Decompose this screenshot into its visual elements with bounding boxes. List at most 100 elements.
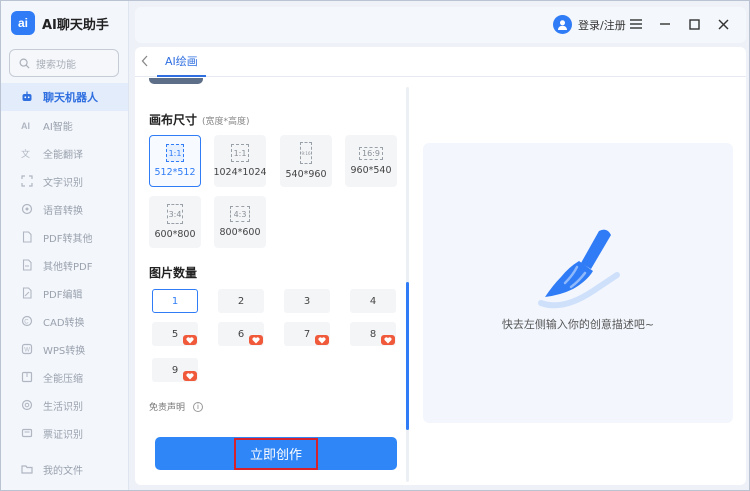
info-icon[interactable]: i xyxy=(193,401,204,412)
sidebar-item-chatbot[interactable]: 聊天机器人 xyxy=(1,83,128,111)
sidebar-item-label: 我的文件 xyxy=(43,465,83,477)
sidebar-item-label: WPS转换 xyxy=(43,345,86,357)
cad-icon: C xyxy=(21,315,33,327)
text-scan-icon xyxy=(21,175,33,187)
sidebar-item-label: 文字识别 xyxy=(43,177,83,189)
ratio-frame: 9:16 xyxy=(300,142,312,164)
paint-brush-icon xyxy=(538,229,620,309)
vip-heart-icon xyxy=(315,335,329,345)
ratio-frame: 3:4 xyxy=(167,204,183,224)
count-option-6[interactable]: 6 xyxy=(218,322,264,346)
sidebar-item-label: 语音转换 xyxy=(43,205,83,217)
ratio-option-600x800[interactable]: 3:4 600*800 xyxy=(149,196,201,248)
app-title: AI聊天助手 xyxy=(42,17,109,33)
sidebar-item-pdf-to-other[interactable]: PDF转其他 xyxy=(1,223,128,251)
ai-icon: AI xyxy=(21,119,33,131)
ratio-option-1024[interactable]: 1:1 1024*1024 xyxy=(213,135,267,187)
ratio-size: 1024*1024 xyxy=(213,167,267,178)
preview-area: 快去左侧输入你的创意描述吧~ xyxy=(423,143,733,423)
vip-heart-icon xyxy=(381,335,395,345)
image-count-title: 图片数量 xyxy=(149,266,198,280)
sidebar-item-translate[interactable]: 文 全能翻译 xyxy=(1,139,128,167)
maximize-icon[interactable] xyxy=(687,17,701,31)
sidebar-item-life-scan[interactable]: 生活识别 xyxy=(1,391,128,419)
scrollbar-thumb[interactable] xyxy=(406,282,409,430)
sidebar-item-compress[interactable]: 全能压缩 xyxy=(1,363,128,391)
pdf-edit-icon xyxy=(21,287,33,299)
ratio-option-800x600[interactable]: 4:3 800*600 xyxy=(214,196,266,248)
sidebar-item-cad[interactable]: C CAD转换 xyxy=(1,307,128,335)
sidebar-item-label: 生活识别 xyxy=(43,401,83,413)
sidebar-item-pdf-edit[interactable]: PDF编辑 xyxy=(1,279,128,307)
settings-panel: 画布尺寸 (宽度*高度) 1:1 512*512 1:1 1024*1024 9:… xyxy=(135,78,411,485)
sidebar-item-ocr[interactable]: 文字识别 xyxy=(1,167,128,195)
vip-heart-icon xyxy=(249,335,263,345)
folder-icon xyxy=(21,463,33,475)
ratio-option-512[interactable]: 1:1 512*512 xyxy=(149,135,201,187)
file-convert-icon xyxy=(21,259,33,271)
login-button[interactable]: 登录/注册 xyxy=(553,15,626,34)
app-logo-icon: ai xyxy=(11,11,35,35)
ratio-frame: 4:3 xyxy=(230,206,250,222)
vip-heart-icon xyxy=(183,371,197,381)
sidebar-item-voice[interactable]: 语音转换 xyxy=(1,195,128,223)
create-button-label: 立即创作 xyxy=(234,437,318,470)
svg-text:文: 文 xyxy=(21,148,30,159)
sidebar-item-label: CAD转换 xyxy=(43,317,85,329)
search-input[interactable]: 搜索功能 xyxy=(9,49,119,77)
ratio-option-540x960[interactable]: 9:16 540*960 xyxy=(280,135,332,187)
sidebar-item-other-to-pdf[interactable]: 其他转PDF xyxy=(1,251,128,279)
sidebar-item-label: 全能翻译 xyxy=(43,149,83,161)
count-option-1[interactable]: 1 xyxy=(152,289,198,313)
close-icon[interactable] xyxy=(716,17,730,31)
tab-ai-painting[interactable]: AI绘画 xyxy=(157,47,206,77)
count-value: 5 xyxy=(171,328,179,340)
sidebar-item-my-files[interactable]: 我的文件 xyxy=(1,455,128,483)
count-option-8[interactable]: 8 xyxy=(350,322,396,346)
count-option-4[interactable]: 4 xyxy=(350,289,396,313)
ratio-option-960x540[interactable]: 16:9 960*540 xyxy=(345,135,397,187)
count-option-2[interactable]: 2 xyxy=(218,289,264,313)
count-option-5[interactable]: 5 xyxy=(152,322,198,346)
translate-icon: 文 xyxy=(21,147,33,159)
count-option-3[interactable]: 3 xyxy=(284,289,330,313)
avatar-icon xyxy=(553,15,572,34)
sidebar-item-label: 全能压缩 xyxy=(43,373,83,385)
brand: ai AI聊天助手 xyxy=(11,10,109,36)
model-badge xyxy=(149,78,203,84)
life-scan-icon xyxy=(21,399,33,411)
ratio-frame: 1:1 xyxy=(231,144,249,162)
count-value: 8 xyxy=(369,328,377,340)
count-value: 9 xyxy=(171,364,179,376)
ratio-size: 960*540 xyxy=(350,164,392,176)
sidebar-item-label: 其他转PDF xyxy=(43,261,93,273)
sidebar-item-label: AI智能 xyxy=(43,121,73,133)
vip-heart-icon xyxy=(183,335,197,345)
svg-text:C: C xyxy=(24,320,29,326)
count-option-7[interactable]: 7 xyxy=(284,322,330,346)
back-chevron-icon[interactable] xyxy=(141,55,149,70)
count-option-9[interactable]: 9 xyxy=(152,358,198,382)
sidebar: ai AI聊天助手 搜索功能 聊天机器人 AI AI智能 文 全能翻译 文字识别 xyxy=(1,1,129,490)
app-window: ai AI聊天助手 搜索功能 聊天机器人 AI AI智能 文 全能翻译 文字识别 xyxy=(0,0,750,491)
voice-icon xyxy=(21,203,33,215)
ratio-size: 540*960 xyxy=(285,169,327,180)
window-controls xyxy=(629,17,730,31)
minimize-icon[interactable] xyxy=(658,17,672,31)
menu-icon[interactable] xyxy=(629,17,643,31)
wps-icon: W xyxy=(21,343,33,355)
sidebar-item-wps[interactable]: W WPS转换 xyxy=(1,335,128,363)
create-button[interactable]: 立即创作 xyxy=(155,437,397,470)
count-value: 6 xyxy=(237,328,245,340)
sidebar-item-label: 聊天机器人 xyxy=(43,91,98,104)
sidebar-item-ticket[interactable]: 票证识别 xyxy=(1,419,128,447)
disclaimer-link[interactable]: 免责声明 i xyxy=(149,400,204,413)
search-placeholder: 搜索功能 xyxy=(36,59,76,71)
canvas-size-subtitle: (宽度*高度) xyxy=(202,117,250,127)
sidebar-item-label: PDF编辑 xyxy=(43,289,83,301)
disclaimer-label: 免责声明 xyxy=(149,403,186,413)
login-label: 登录/注册 xyxy=(578,18,626,32)
tab-bar: AI绘画 xyxy=(135,47,746,77)
ratio-size: 800*600 xyxy=(219,227,261,238)
sidebar-item-ai[interactable]: AI AI智能 xyxy=(1,111,128,139)
